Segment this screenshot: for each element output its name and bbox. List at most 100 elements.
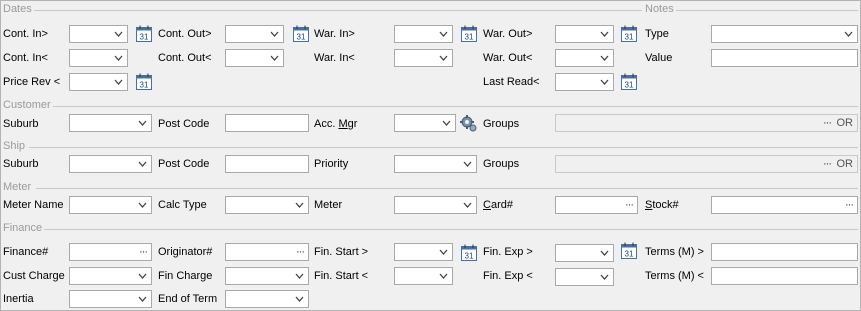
chevron-down-icon — [442, 120, 451, 126]
finance-no-ellipsis-button[interactable]: ··· — [139, 246, 148, 258]
terms-lt-input[interactable] — [711, 267, 858, 285]
chevron-down-icon — [463, 161, 472, 167]
acc-mgr-settings-gear-icon[interactable] — [459, 114, 477, 132]
svg-text:31: 31 — [625, 33, 634, 42]
cont-in-lt-date-dropdown[interactable] — [69, 49, 128, 67]
notes-type-dropdown[interactable] — [711, 25, 858, 43]
fin-start-gt-date-dropdown[interactable] — [394, 243, 453, 261]
notes-value-label: Value — [645, 52, 673, 64]
chevron-down-icon — [114, 31, 123, 37]
customer-post-code-label: Post Code — [158, 118, 210, 130]
card-no-ellipsis-button[interactable]: ··· — [625, 199, 634, 211]
fin-start-calendar-icon[interactable]: 31 — [461, 244, 477, 261]
war-out-gt-date-dropdown[interactable] — [555, 25, 614, 43]
war-out-lt-label: War. Out< — [483, 52, 533, 64]
fin-exp-calendar-icon[interactable]: 31 — [621, 242, 637, 259]
acc-mgr-label-accesskey: M — [338, 118, 348, 130]
end-of-term-dropdown[interactable] — [225, 290, 309, 308]
section-ship-title: Ship — [3, 140, 26, 152]
cont-out-gt-label: Cont. Out> — [158, 28, 212, 40]
fin-exp-lt-date-dropdown[interactable] — [555, 268, 614, 286]
svg-text:31: 31 — [465, 252, 474, 261]
calc-type-dropdown[interactable] — [225, 196, 309, 214]
fin-exp-lt-label: Fin. Exp < — [483, 270, 533, 282]
acc-mgr-label: Acc. Mgr — [314, 118, 357, 130]
inertia-dropdown[interactable] — [69, 290, 152, 308]
cont-in-gt-label: Cont. In> — [3, 28, 48, 40]
stock-no-input[interactable]: ··· — [711, 196, 858, 214]
ship-post-code-input[interactable] — [225, 155, 309, 173]
chevron-down-icon — [114, 79, 123, 85]
originator-no-input[interactable]: ··· — [225, 243, 309, 261]
customer-groups-field[interactable]: ··· OR — [555, 114, 858, 132]
svg-text:31: 31 — [140, 33, 149, 42]
svg-text:31: 31 — [625, 250, 634, 259]
ship-suburb-label: Suburb — [3, 158, 39, 170]
fin-exp-gt-date-dropdown[interactable] — [555, 244, 614, 262]
svg-text:31: 31 — [297, 33, 306, 42]
section-notes-divider — [676, 10, 858, 11]
chevron-down-icon — [439, 31, 448, 37]
cont-in-lt-label: Cont. In< — [3, 52, 48, 64]
card-no-label: Card# — [483, 199, 513, 211]
war-in-gt-date-dropdown[interactable] — [394, 25, 453, 43]
meter-dropdown[interactable] — [394, 196, 477, 214]
meter-label: Meter — [314, 199, 343, 211]
section-dates-divider — [34, 10, 642, 11]
cont-out-gt-date-dropdown[interactable] — [225, 25, 284, 43]
customer-groups-or-toggle[interactable]: OR — [837, 117, 854, 129]
war-out-lt-date-dropdown[interactable] — [555, 49, 614, 67]
section-meter-divider — [36, 188, 858, 189]
section-meter-title: Meter — [3, 181, 32, 193]
customer-suburb-dropdown[interactable] — [69, 114, 152, 132]
fin-charge-dropdown[interactable] — [225, 267, 309, 285]
last-read-lt-date-dropdown[interactable] — [555, 73, 614, 91]
war-out-gt-label: War. Out> — [483, 28, 533, 40]
war-out-gt-calendar-icon[interactable]: 31 — [621, 25, 637, 42]
cust-charge-dropdown[interactable] — [69, 267, 152, 285]
chevron-down-icon — [439, 249, 448, 255]
ship-groups-ellipsis-button[interactable]: ··· — [823, 158, 832, 170]
cont-out-gt-calendar-icon[interactable]: 31 — [293, 25, 309, 42]
last-read-calendar-icon[interactable]: 31 — [621, 73, 637, 90]
stock-no-label: Stock# — [645, 199, 679, 211]
svg-text:31: 31 — [465, 33, 474, 42]
chevron-down-icon — [295, 273, 304, 279]
cont-out-lt-date-dropdown[interactable] — [225, 49, 284, 67]
svg-text:31: 31 — [625, 81, 634, 90]
notes-value-input[interactable] — [711, 49, 858, 67]
terms-lt-label: Terms (M) < — [645, 270, 704, 282]
cont-in-gt-date-dropdown[interactable] — [69, 25, 128, 43]
war-in-lt-date-dropdown[interactable] — [394, 49, 453, 67]
finance-no-input[interactable]: ··· — [69, 243, 152, 261]
chevron-down-icon — [138, 273, 147, 279]
fin-start-gt-label: Fin. Start > — [314, 246, 369, 258]
ship-groups-label: Groups — [483, 158, 520, 170]
chevron-down-icon — [270, 55, 279, 61]
war-in-gt-calendar-icon[interactable]: 31 — [461, 25, 477, 42]
ship-suburb-dropdown[interactable] — [69, 155, 152, 173]
chevron-down-icon — [114, 55, 123, 61]
customer-groups-ellipsis-button[interactable]: ··· — [823, 117, 832, 129]
chevron-down-icon — [463, 202, 472, 208]
terms-gt-input[interactable] — [711, 243, 858, 261]
section-finance-title: Finance — [3, 222, 43, 234]
price-rev-lt-label: Price Rev < — [3, 76, 61, 88]
price-rev-lt-date-dropdown[interactable] — [69, 73, 128, 91]
meter-name-dropdown[interactable] — [69, 196, 152, 214]
cont-in-gt-calendar-icon[interactable]: 31 — [136, 25, 152, 42]
originator-no-ellipsis-button[interactable]: ··· — [296, 246, 305, 258]
acc-mgr-dropdown[interactable] — [394, 114, 456, 132]
fin-start-lt-date-dropdown[interactable] — [394, 267, 453, 285]
chevron-down-icon — [138, 202, 147, 208]
customer-post-code-input[interactable] — [225, 114, 309, 132]
card-no-input[interactable]: ··· — [555, 196, 638, 214]
ship-priority-dropdown[interactable] — [394, 155, 477, 173]
price-rev-calendar-icon[interactable]: 31 — [136, 73, 152, 90]
ship-groups-field[interactable]: ··· OR — [555, 155, 858, 173]
chevron-down-icon — [270, 31, 279, 37]
card-no-label-accesskey: C — [483, 199, 491, 211]
ship-groups-or-toggle[interactable]: OR — [837, 158, 854, 170]
stock-no-ellipsis-button[interactable]: ··· — [845, 199, 854, 211]
chevron-down-icon — [600, 274, 609, 280]
